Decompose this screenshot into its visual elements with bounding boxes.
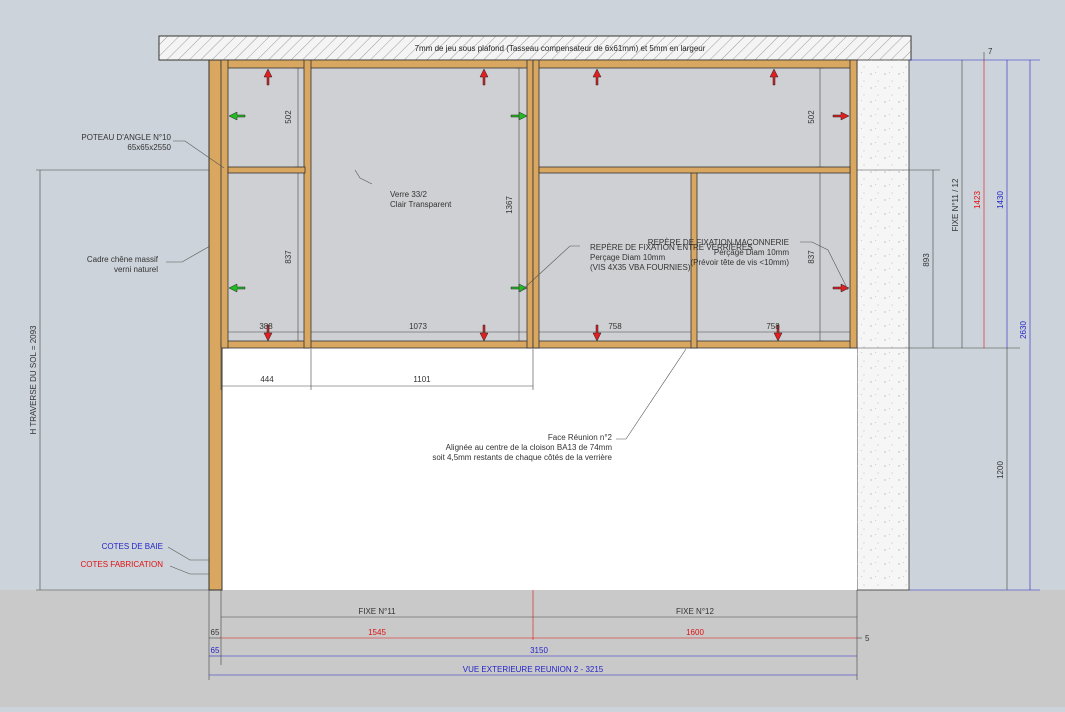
dim-1430: 1430 [996, 191, 1005, 209]
dim-65-bay: 65 [211, 646, 220, 655]
dim-1073: 1073 [409, 322, 427, 331]
corner-post-size: 65x65x2550 [127, 143, 171, 152]
height-floor-label: H TRAVERSE DU SOL = 2093 [29, 325, 38, 435]
frame-note-line2: verni naturel [114, 265, 158, 274]
dim-1545: 1545 [368, 628, 386, 637]
fixe12-label: FIXE N°12 [676, 607, 714, 616]
dim-7: 7 [988, 47, 993, 56]
legend-bay: COTES DE BAIE [102, 542, 163, 551]
dim-5: 5 [865, 634, 870, 643]
reunion-face-line1: Face Réunion n°2 [548, 433, 613, 442]
dim-1367: 1367 [505, 196, 514, 214]
elevation-drawing: 7mm de jeu sous plafond (Tasseau compens… [0, 35, 1065, 707]
masonry-texture [857, 60, 909, 590]
ceiling-note: 7mm de jeu sous plafond (Tasseau compens… [415, 44, 706, 53]
dim-893: 893 [922, 253, 931, 267]
dim-502-left: 502 [284, 110, 293, 124]
dim-388: 388 [259, 322, 273, 331]
reunion-face-line3: soit 4,5mm restants de chaque côtés de l… [432, 453, 612, 462]
fixe-side-label: FIXE N°11 / 12 [951, 178, 960, 231]
dim-2630: 2630 [1019, 321, 1028, 339]
right-dim-texts: 893 FIXE N°11 / 12 1423 1430 2630 1200 7 [922, 47, 1028, 479]
fixing-masonry-line3: (Prévoir tête de vis <10mm) [691, 258, 790, 267]
fixing-between-line2: Perçage Diam 10mm [590, 253, 665, 262]
dim-3150: 3150 [530, 646, 548, 655]
legend-fabrication: COTES FABRICATION [80, 560, 163, 569]
frame-mullion-3 [532, 59, 540, 349]
dim-758-a: 758 [608, 322, 622, 331]
glass-note-line1: Verre 33/2 [390, 190, 427, 199]
frame-transom-2 [538, 166, 851, 174]
dim-1423: 1423 [973, 191, 982, 209]
fixing-between-line3: (VIS 4X35 VBA FOURNIES) [590, 263, 691, 272]
dim-1101: 1101 [413, 375, 431, 384]
dim-837-left: 837 [284, 250, 293, 264]
dim-502-right: 502 [807, 110, 816, 124]
frame-mullion-1 [303, 59, 312, 349]
total-view-label: VUE EXTERIEURE REUNION 2 - 3215 [463, 665, 604, 674]
reunion-face-line2: Alignée au centre de la cloison BA13 de … [446, 443, 613, 452]
frame-right-stile [849, 59, 858, 349]
partition-wall [221, 347, 857, 590]
dim-758-b: 758 [766, 322, 780, 331]
dim-837-right: 837 [807, 250, 816, 264]
frame-note-line1: Cadre chêne massif [87, 255, 159, 264]
corner-post [208, 59, 223, 591]
height-floor-dim [36, 169, 209, 591]
fixing-masonry-line2: Perçage Diam 10mm [714, 248, 789, 257]
dim-444: 444 [260, 375, 274, 384]
drawing-stage: 7mm de jeu sous plafond (Tasseau compens… [0, 0, 1065, 707]
fixe11-label: FIXE N°11 [358, 607, 396, 616]
frame-transom-1 [227, 166, 306, 174]
dim-65-fab: 65 [211, 628, 220, 637]
dim-1600: 1600 [686, 628, 704, 637]
glass-note-line2: Clair Transparent [390, 200, 452, 209]
corner-post-title: POTEAU D'ANGLE N°10 [81, 133, 171, 142]
fixing-masonry-line1: REPÈRE DE FIXATION MAÇONNERIE [648, 238, 789, 247]
frame-left-stile [220, 59, 229, 349]
dim-1200: 1200 [996, 461, 1005, 479]
frame-mullion-2 [526, 59, 534, 349]
